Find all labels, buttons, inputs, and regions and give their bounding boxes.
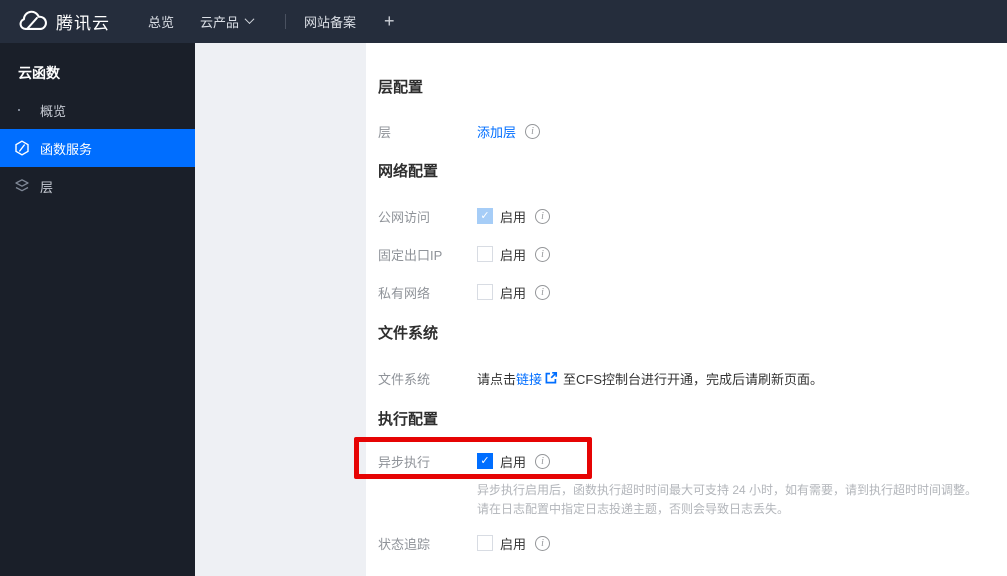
section-heading-network-config: 网络配置 [378, 163, 439, 180]
chevron-down-icon [244, 13, 255, 24]
sidebar-item-layers[interactable]: 层 [0, 167, 195, 205]
layer-label: 层 [378, 124, 392, 140]
external-link-icon[interactable] [544, 371, 558, 385]
info-icon[interactable]: i [535, 246, 551, 262]
grid-icon [14, 102, 30, 118]
section-heading-layer-config: 层配置 [378, 79, 424, 96]
fixed-ip-row: 固定出口IP 启用 i [378, 244, 997, 264]
nav-divider [285, 14, 287, 29]
status-tracking-enable-text: 启用 [500, 536, 527, 552]
filesystem-text-before: 请点击 [477, 371, 517, 387]
function-icon [14, 140, 30, 156]
nav-item-overview-label: 总览 [148, 15, 175, 30]
sidebar-item-function-service[interactable]: 函数服务 [0, 129, 195, 167]
check-icon: ✓ [480, 209, 490, 222]
info-icon[interactable]: i [535, 453, 551, 469]
public-access-enable-text: 启用 [500, 209, 527, 225]
sidebar-item-overview-label: 概览 [40, 103, 67, 119]
page: 腾讯云 总览 云产品 网站备案 + 云函数 概览 函数服务 层 层配置 层 添加… [0, 0, 1007, 576]
info-icon[interactable]: i [535, 284, 551, 300]
add-tab-button[interactable]: + [384, 11, 395, 32]
tencent-cloud-logo-icon [19, 10, 47, 30]
fixed-ip-checkbox[interactable] [477, 246, 493, 262]
help-line-2: 请在日志配置中指定日志投递主题，否则会导致日志丢失。 [477, 502, 790, 516]
fixed-ip-enable-text: 启用 [500, 247, 527, 263]
brand-name: 腾讯云 [56, 14, 110, 33]
info-icon[interactable]: i [535, 535, 551, 551]
nav-item-overview[interactable]: 总览 [148, 12, 174, 31]
fixed-ip-label: 固定出口IP [378, 247, 443, 263]
cfs-console-link[interactable]: 链接 [516, 369, 542, 388]
public-access-label: 公网访问 [378, 209, 431, 225]
brand[interactable]: 腾讯云 [16, 9, 110, 34]
nav-item-icp-filing-label: 网站备案 [304, 15, 357, 30]
async-execution-checkbox[interactable]: ✓ [477, 453, 493, 469]
add-layer-link[interactable]: 添加层 [477, 122, 516, 141]
nav-item-cloud-products-label: 云产品 [200, 15, 240, 30]
status-tracking-row: 状态追踪 启用 i [378, 533, 997, 553]
help-line-1: 异步执行启用后，函数执行超时时间最大可支持 24 小时，如有需要，请到执行超时时… [477, 483, 978, 497]
nav-item-icp-filing[interactable]: 网站备案 [304, 12, 356, 31]
section-heading-execution-config: 执行配置 [378, 411, 439, 428]
filesystem-text-after: 至CFS控制台进行开通，完成后请刷新页面。 [563, 371, 824, 387]
async-execution-label: 异步执行 [378, 454, 431, 470]
filesystem-label: 文件系统 [378, 371, 431, 387]
layers-icon [14, 178, 30, 194]
info-icon[interactable]: i [525, 123, 541, 139]
vpc-checkbox[interactable] [477, 284, 493, 300]
info-icon[interactable]: i [535, 208, 551, 224]
public-access-row: 公网访问 ✓ 启用 i [378, 206, 997, 226]
vpc-enable-text: 启用 [500, 285, 527, 301]
layer-row: 层 添加层 i [378, 121, 997, 141]
status-tracking-label: 状态追踪 [378, 536, 431, 552]
top-navbar: 腾讯云 总览 云产品 网站备案 + [0, 0, 1007, 43]
sidebar-title: 云函数 [18, 65, 60, 81]
async-execution-help-text: 异步执行启用后，函数执行超时时间最大可支持 24 小时，如有需要，请到执行超时时… [477, 481, 997, 519]
vpc-row: 私有网络 启用 i [378, 282, 997, 302]
filesystem-row: 文件系统 请点击 链接 至CFS控制台进行开通，完成后请刷新页面。 [378, 368, 997, 388]
vpc-label: 私有网络 [378, 285, 431, 301]
nav-item-cloud-products[interactable]: 云产品 [200, 12, 255, 31]
plus-icon: + [384, 11, 395, 31]
sidebar: 云函数 概览 函数服务 层 [0, 43, 195, 576]
public-access-checkbox: ✓ [477, 208, 493, 224]
sidebar-item-function-service-label: 函数服务 [40, 141, 93, 157]
status-tracking-checkbox[interactable] [477, 535, 493, 551]
async-execution-enable-text: 启用 [500, 454, 527, 470]
sidebar-item-layers-label: 层 [40, 179, 54, 195]
sidebar-item-overview[interactable]: 概览 [0, 91, 195, 129]
settings-panel: 层配置 层 添加层 i 网络配置 公网访问 ✓ 启用 i 固定出口IP 启用 i… [366, 43, 1007, 576]
secondary-panel [195, 43, 366, 576]
section-heading-filesystem: 文件系统 [378, 325, 439, 342]
async-execution-row: 异步执行 ✓ 启用 i [378, 451, 997, 471]
check-icon: ✓ [480, 454, 490, 467]
